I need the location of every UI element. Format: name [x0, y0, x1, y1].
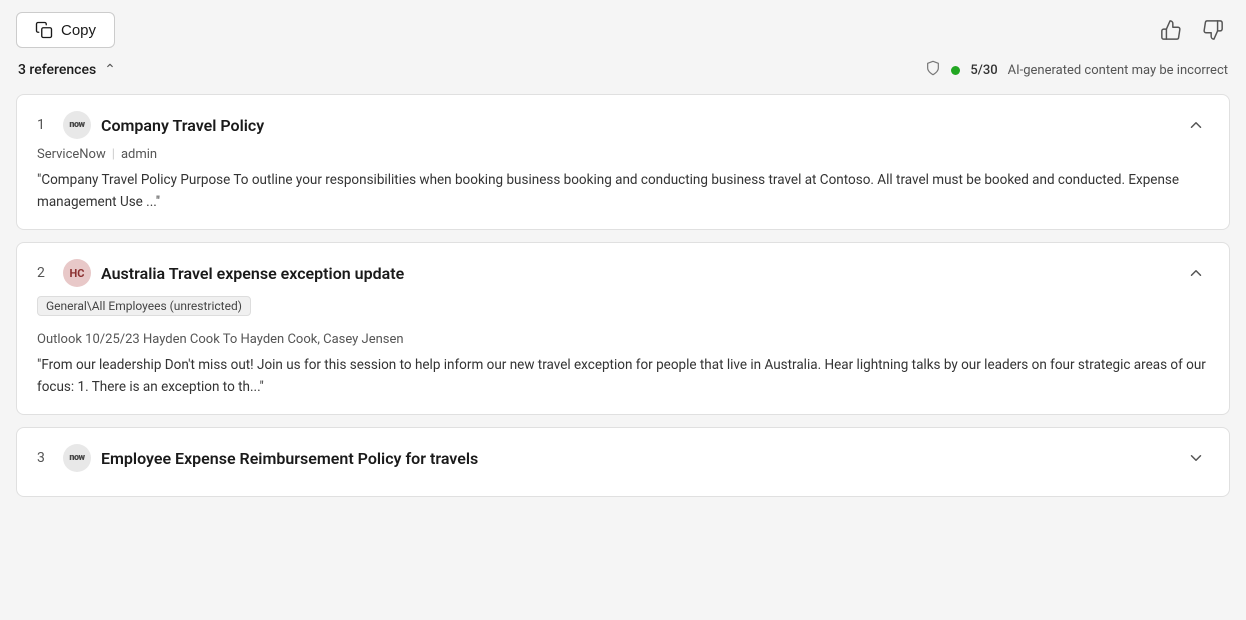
top-bar: Copy	[16, 12, 1230, 48]
shield-icon	[925, 60, 941, 80]
tag-badge-2: General\All Employees (unrestricted)	[37, 296, 251, 316]
reference-card-2: 2 HC Australia Travel expense exception …	[16, 242, 1230, 415]
collapse-card-1-button[interactable]	[1183, 112, 1209, 138]
card-header-1: 1 now Company Travel Policy	[37, 111, 1209, 139]
card-header-left-1: 1 now Company Travel Policy	[37, 111, 264, 139]
reference-card-1: 1 now Company Travel Policy ServiceNow |…	[16, 94, 1230, 230]
thumbs-down-icon	[1202, 19, 1224, 41]
card-header-2: 2 HC Australia Travel expense exception …	[37, 259, 1209, 287]
ref-number-1: 1	[37, 117, 53, 133]
card-header-left-2: 2 HC Australia Travel expense exception …	[37, 259, 404, 287]
references-bar: 3 references ⌃ 5/30 AI-generated content…	[16, 60, 1230, 80]
card-excerpt-2: "From our leadership Don't miss out! Joi…	[37, 355, 1209, 398]
collapse-card-2-button[interactable]	[1183, 260, 1209, 286]
chevron-down-icon-3	[1187, 449, 1205, 467]
avatar-3: now	[63, 444, 91, 472]
card-header-3: 3 now Employee Expense Reimbursement Pol…	[37, 444, 1209, 472]
card-source-1: ServiceNow	[37, 147, 106, 162]
avatar-2: HC	[63, 259, 91, 287]
thumbs-up-icon	[1160, 19, 1182, 41]
card-title-2: Australia Travel expense exception updat…	[101, 264, 404, 283]
top-right-actions	[1154, 13, 1230, 47]
card-meta-1: ServiceNow | admin	[37, 147, 1209, 162]
ai-disclaimer: AI-generated content may be incorrect	[1008, 63, 1228, 78]
copy-label: Copy	[61, 22, 96, 39]
card-excerpt-1: "Company Travel Policy Purpose To outlin…	[37, 170, 1209, 213]
references-count: 3 references	[18, 62, 96, 78]
chevron-up-icon-1	[1187, 116, 1205, 134]
reference-card-3: 3 now Employee Expense Reimbursement Pol…	[16, 427, 1230, 497]
status-dot	[951, 66, 960, 75]
card-title-3: Employee Expense Reimbursement Policy fo…	[101, 449, 478, 468]
card-outlook-meta-2: Outlook 10/25/23 Hayden Cook To Hayden C…	[37, 332, 1209, 347]
thumbs-down-button[interactable]	[1196, 13, 1230, 47]
card-author-1: admin	[121, 147, 157, 162]
card-header-left-3: 3 now Employee Expense Reimbursement Pol…	[37, 444, 478, 472]
avatar-1: now	[63, 111, 91, 139]
copy-button[interactable]: Copy	[16, 12, 115, 48]
quota-text: 5/30	[970, 63, 997, 78]
ref-number-3: 3	[37, 450, 53, 466]
chevron-up-icon-2	[1187, 264, 1205, 282]
card-title-1: Company Travel Policy	[101, 116, 264, 135]
expand-card-3-button[interactable]	[1183, 445, 1209, 471]
copy-icon	[35, 21, 53, 39]
outlook-meta-text-2: Outlook 10/25/23 Hayden Cook To Hayden C…	[37, 332, 404, 347]
ref-number-2: 2	[37, 265, 53, 281]
references-count-section: 3 references ⌃	[18, 62, 116, 78]
references-status-section: 5/30 AI-generated content may be incorre…	[925, 60, 1228, 80]
collapse-references-button[interactable]: ⌃	[104, 62, 116, 78]
thumbs-up-button[interactable]	[1154, 13, 1188, 47]
tag-section-2: General\All Employees (unrestricted)	[37, 295, 1209, 324]
